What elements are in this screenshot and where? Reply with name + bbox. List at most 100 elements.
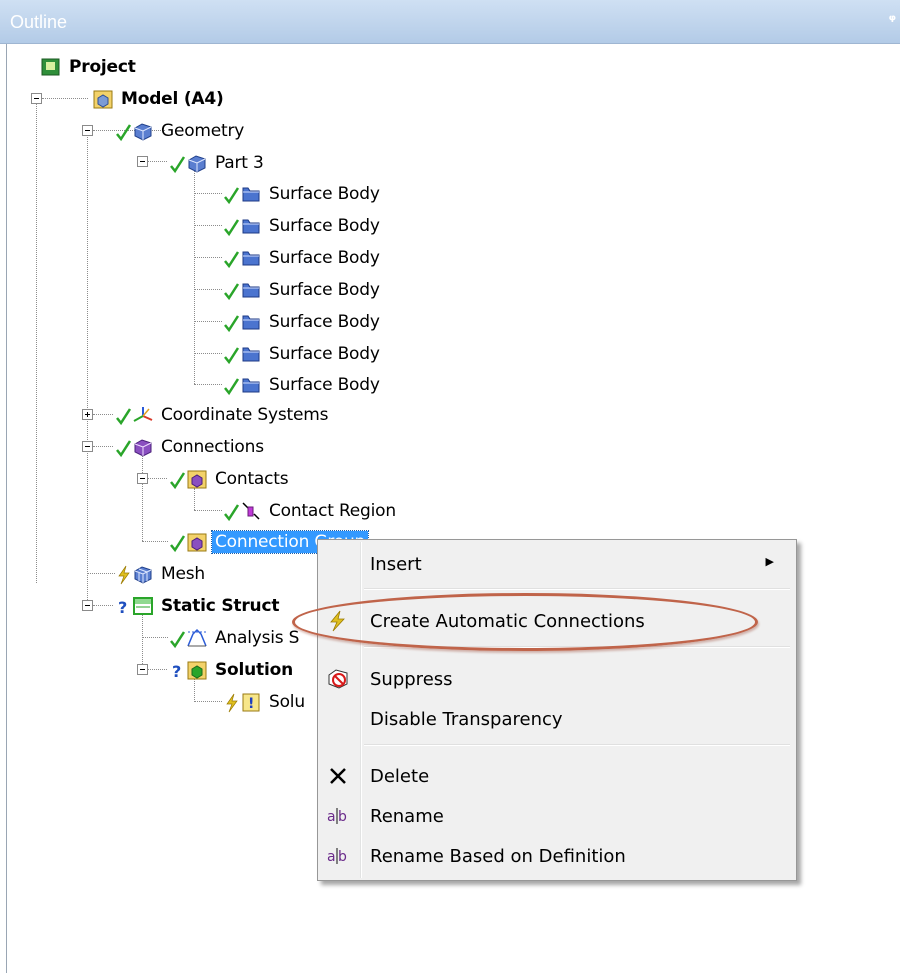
tree-line (194, 289, 222, 290)
tree-node-project[interactable]: Project (40, 52, 139, 82)
lightning-icon (116, 564, 130, 585)
tree-node-label: Coordinate Systems (161, 405, 329, 425)
tree-node-surface-body[interactable]: Surface Body (224, 275, 383, 305)
check-icon (224, 344, 240, 365)
tree-node-surface-body[interactable]: Surface Body (224, 179, 383, 209)
check-icon (224, 248, 240, 269)
tree-node-label: Contacts (215, 469, 289, 489)
collapse-toggle-model[interactable] (31, 93, 42, 104)
check-icon (116, 405, 132, 426)
menu-item-label: Delete (370, 765, 430, 787)
surface-body-icon (240, 248, 262, 268)
menu-item-disable-transparency[interactable]: Disable Transparency (320, 701, 794, 737)
tree-line (142, 614, 143, 664)
tree-node-label: Mesh (161, 564, 205, 584)
suppress-icon (326, 667, 350, 691)
connection-group-folder-icon (186, 532, 208, 552)
tree-line (142, 456, 143, 541)
tree-line (93, 605, 113, 606)
tree-line (194, 701, 222, 702)
connections-icon (132, 437, 154, 457)
collapse-toggle-solution[interactable] (137, 664, 148, 675)
tree-node-label: Contact Region (269, 501, 396, 521)
check-icon (170, 532, 186, 553)
geometry-icon (132, 121, 154, 141)
menu-item-delete[interactable]: Delete (320, 758, 794, 794)
tree-node-contact-region[interactable]: Contact Region (224, 496, 399, 526)
tree-node-label: Project (69, 57, 136, 77)
surface-body-icon (240, 184, 262, 204)
tree-line (93, 446, 113, 447)
tree-line (194, 510, 222, 511)
surface-body-icon (240, 216, 262, 236)
contact-region-icon (240, 501, 262, 521)
mesh-icon (132, 564, 154, 584)
tree-node-mesh[interactable]: Mesh (116, 559, 208, 589)
tree-node-label: Surface Body (269, 375, 380, 395)
check-icon (170, 153, 186, 174)
tree-node-surface-body[interactable]: Surface Body (224, 243, 383, 273)
collapse-toggle-contacts[interactable] (137, 473, 148, 484)
expand-toggle-coordinate-systems[interactable] (82, 409, 93, 420)
surface-body-icon (240, 344, 262, 364)
tree-line (147, 161, 167, 162)
solution-information-icon: ! (240, 692, 262, 712)
tree-line (42, 98, 88, 99)
coordinate-systems-icon (132, 405, 154, 425)
lightning-icon (224, 692, 238, 713)
submenu-arrow-icon: ▶ (765, 555, 774, 568)
tree-node-geometry[interactable]: Geometry (116, 116, 247, 146)
tree-node-static-structural[interactable]: ? Static Struct (116, 591, 282, 621)
tree-node-part[interactable]: Part 3 (170, 148, 267, 178)
collapse-toggle-geometry[interactable] (82, 125, 93, 136)
menu-item-insert[interactable]: Insert ▶ (320, 546, 794, 582)
menu-item-rename-based-on-definition[interactable]: ab Rename Based on Definition (320, 838, 794, 874)
tree-node-coordinate-systems[interactable]: Coordinate Systems (116, 400, 331, 430)
tree-node-surface-body[interactable]: Surface Body (224, 370, 383, 400)
svg-text:b: b (338, 809, 347, 825)
tree-line (194, 225, 222, 226)
model-icon (92, 89, 114, 109)
part-icon (186, 153, 208, 173)
tree-line (147, 669, 167, 670)
tree-node-label: Model (A4) (121, 89, 224, 109)
collapse-toggle-static-structural[interactable] (82, 600, 93, 611)
static-structural-icon (132, 596, 154, 616)
tree-node-label: Part 3 (215, 153, 264, 173)
tree-node-label: Surface Body (269, 184, 380, 204)
project-icon (40, 57, 62, 77)
tree-node-solution[interactable]: ? Solution (170, 655, 296, 685)
tree-line (147, 478, 167, 479)
tree-node-solution-information[interactable]: ! Solu (224, 687, 308, 717)
menu-item-suppress[interactable]: Suppress (320, 661, 794, 697)
surface-body-icon (240, 280, 262, 300)
tree-node-connections[interactable]: Connections (116, 432, 267, 462)
tree-node-analysis-settings[interactable]: Analysis S (170, 623, 302, 653)
tree-node-label: Surface Body (269, 312, 380, 332)
tree-line (194, 193, 222, 194)
svg-text:b: b (338, 849, 347, 865)
tree-node-label: Surface Body (269, 216, 380, 236)
tree-line (194, 353, 222, 354)
tree-node-model[interactable]: Model (A4) (92, 84, 227, 114)
tree-node-contacts[interactable]: Contacts (170, 464, 291, 494)
tree-node-surface-body[interactable]: Surface Body (224, 307, 383, 337)
collapse-toggle-connections[interactable] (82, 441, 93, 452)
menu-item-rename[interactable]: ab Rename (320, 798, 794, 834)
tree-node-label: Analysis S (215, 628, 300, 648)
tree-node-label: Solution (215, 660, 293, 680)
tree-node-label: Surface Body (269, 248, 380, 268)
delete-icon (326, 764, 350, 788)
tree-node-surface-body[interactable]: Surface Body (224, 211, 383, 241)
check-icon (224, 280, 240, 301)
tree-node-label: Surface Body (269, 280, 380, 300)
menu-separator (364, 588, 790, 590)
tree-node-label: Solu (269, 692, 305, 712)
rename-icon: ab (326, 804, 350, 828)
tree-line (36, 103, 37, 583)
tree-node-surface-body[interactable]: Surface Body (224, 339, 383, 369)
tree-node-label: Static Struct (161, 596, 280, 616)
menu-separator (364, 744, 790, 746)
menu-item-label: Disable Transparency (370, 708, 563, 730)
collapse-toggle-part[interactable] (137, 156, 148, 167)
